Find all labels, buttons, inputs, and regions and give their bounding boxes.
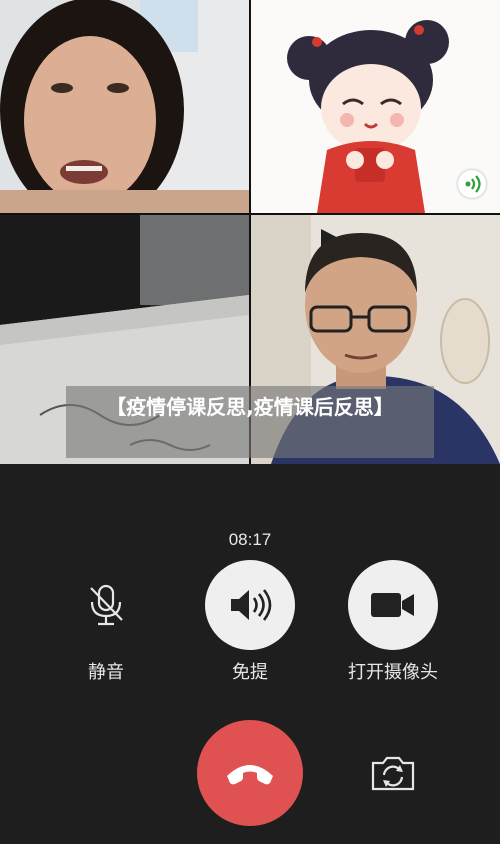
speaker-icon [231,589,272,621]
camera-button[interactable] [348,560,438,650]
call-timer: 08:17 [228,530,272,549]
mic-off-icon [90,584,123,626]
mute-control[interactable]: 静音 [46,560,166,684]
camera-control[interactable]: 打开摄像头 [333,560,453,684]
banner-title: 【疫情停课反思,疫情课后反思】 [106,395,394,419]
title-banner: 【疫情停课反思,疫情课后反思】 [66,386,434,458]
video-camera-icon [371,593,414,617]
speaker-button[interactable] [205,560,295,650]
video-tile-woman[interactable] [0,0,249,213]
camera-switch-icon [371,756,415,791]
hangup-button[interactable] [197,720,303,826]
signal-icon [465,175,481,193]
flip-camera-button[interactable] [364,746,422,800]
mute-button[interactable] [61,560,151,650]
speaker-control[interactable]: 免提 [190,560,310,684]
phone-hangup-icon [227,765,273,785]
signal-badge [458,170,486,198]
video-tile-avatar[interactable] [251,0,500,213]
mute-label: 静音 [88,662,124,683]
speaker-label: 免提 [232,662,268,683]
woman-video-frame [0,0,249,213]
video-grid: 【疫情停课反思,疫情课后反思】 [0,0,500,464]
camera-label: 打开摄像头 [348,662,438,683]
